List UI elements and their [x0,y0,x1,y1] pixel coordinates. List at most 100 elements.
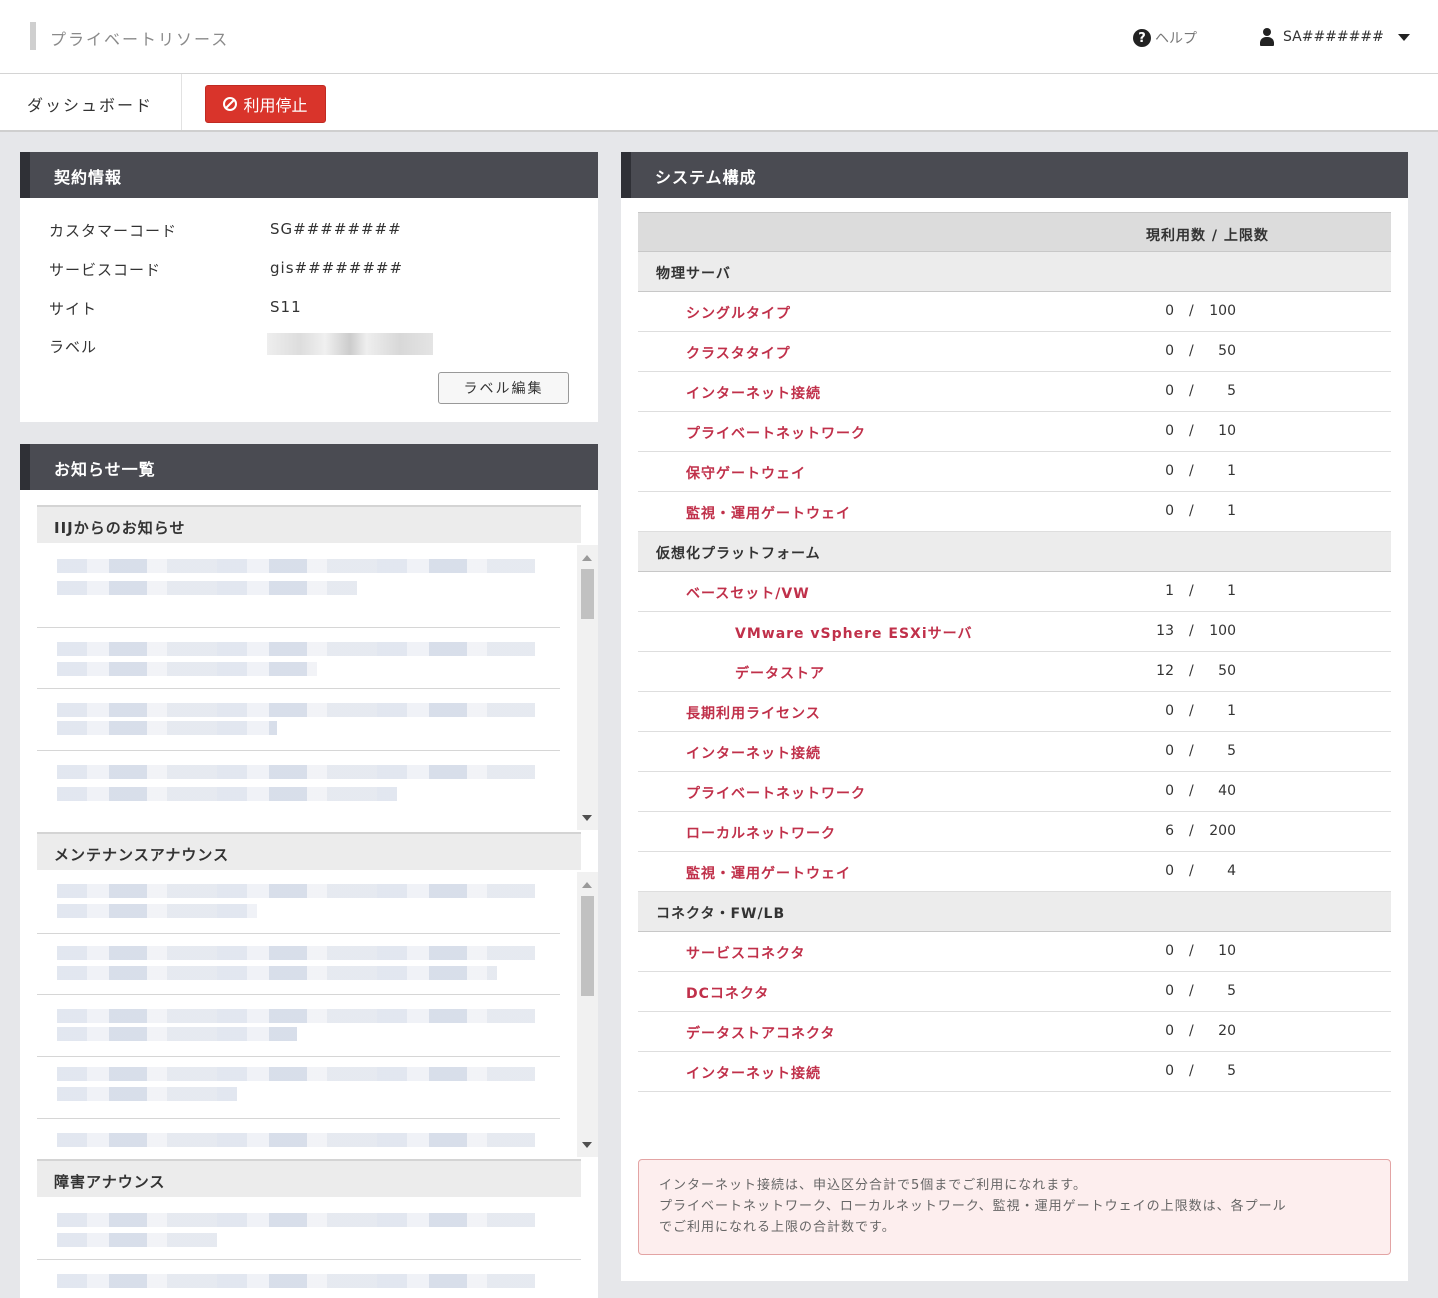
count-separator: / [1189,583,1194,599]
count-separator: / [1189,423,1194,439]
edit-label-button[interactable]: ラベル編集 [438,372,569,404]
scroll-up-icon[interactable] [582,882,592,888]
table-row: ベースセット/VW 1 / 1 [638,572,1391,612]
current-count: 0 [1165,1023,1174,1039]
list-item[interactable] [37,934,560,995]
system-heading: システム構成 [621,152,1408,198]
scroll-thumb[interactable] [581,569,594,619]
redacted-text [57,1009,535,1023]
max-count: 10 [1218,423,1236,439]
maintenance-scrollbar[interactable] [577,872,598,1157]
list-item[interactable] [37,1260,581,1298]
scroll-thumb[interactable] [581,896,594,996]
list-item[interactable] [37,689,560,751]
notices-heading: お知らせ一覧 [20,444,598,490]
current-count: 13 [1156,623,1174,639]
scroll-up-icon[interactable] [582,555,592,561]
max-count: 5 [1227,1063,1236,1079]
table-row: インターネット接続 0 / 5 [638,732,1391,772]
list-item[interactable] [37,751,560,830]
resource-link[interactable]: 保守ゲートウェイ [686,463,806,483]
max-count: 100 [1209,623,1236,639]
table-group-header: 仮想化プラットフォーム [638,532,1391,572]
resource-link[interactable]: シングルタイプ [686,303,791,323]
max-count: 50 [1218,343,1236,359]
iij-scrollbar[interactable] [577,545,598,830]
max-count: 5 [1227,983,1236,999]
current-count: 0 [1165,863,1174,879]
stop-service-button[interactable]: 利用停止 [205,85,326,123]
tab-dashboard[interactable]: ダッシュボード [0,74,182,130]
iij-notice-list [37,545,598,830]
system-note: インターネット接続は、申込区分合計で5個までご利用になれます。 プライベートネッ… [638,1159,1391,1255]
table-row: シングルタイプ 0 / 100 [638,292,1391,332]
table-row: ローカルネットワーク 6 / 200 [638,812,1391,852]
max-count: 100 [1209,303,1236,319]
redacted-text [57,662,317,676]
count-separator: / [1189,1063,1194,1079]
count-separator: / [1189,623,1194,639]
label-value-redacted [267,333,433,355]
resource-link[interactable]: VMware vSphere ESXiサーバ [735,623,973,643]
resource-link[interactable]: サービスコネクタ [686,943,805,963]
list-item[interactable] [37,1119,560,1157]
count-separator: / [1189,383,1194,399]
notices-panel: お知らせ一覧 IIJからのお知らせ メンテナンスアナウンス 障害アナウンス [20,444,598,1298]
count-separator: / [1189,743,1194,759]
max-count: 1 [1227,463,1236,479]
resource-link[interactable]: DCコネクタ [686,983,769,1003]
current-count: 0 [1165,503,1174,519]
redacted-text [57,559,535,573]
notice-section-failure: 障害アナウンス [37,1159,581,1197]
resource-link[interactable]: インターネット接続 [686,383,821,403]
resource-link[interactable]: データストア [735,663,825,683]
current-count: 0 [1165,423,1174,439]
max-count: 200 [1209,823,1236,839]
list-item[interactable] [37,545,560,628]
current-count: 0 [1165,703,1174,719]
max-count: 50 [1218,663,1236,679]
redacted-text [57,1027,297,1041]
count-separator: / [1189,863,1194,879]
resource-link[interactable]: プライベートネットワーク [686,423,866,443]
resource-link[interactable]: インターネット接続 [686,1063,821,1083]
resource-link[interactable]: データストアコネクタ [686,1023,835,1043]
current-count: 0 [1165,303,1174,319]
user-menu[interactable]: SA####### [1259,28,1410,46]
current-count: 0 [1165,383,1174,399]
redacted-text [57,703,535,717]
list-item[interactable] [37,872,560,934]
count-separator: / [1189,1023,1194,1039]
list-item[interactable] [37,995,560,1057]
resource-link[interactable]: ローカルネットワーク [686,823,836,843]
current-count: 0 [1165,1063,1174,1079]
scroll-down-icon[interactable] [582,815,592,821]
scroll-down-icon[interactable] [582,1142,592,1148]
list-item[interactable] [37,628,560,689]
list-item[interactable] [37,1057,560,1119]
table-row: データストア 12 / 50 [638,652,1391,692]
max-count: 1 [1227,703,1236,719]
resource-link[interactable]: インターネット接続 [686,743,821,763]
ban-icon [223,97,238,111]
resource-link[interactable]: 監視・運用ゲートウェイ [686,503,851,523]
table-row: プライベートネットワーク 0 / 40 [638,772,1391,812]
redacted-text [57,966,497,980]
note-line: プライベートネットワーク、ローカルネットワーク、監視・運用ゲートウェイの上限数は… [659,1199,1287,1214]
resource-link[interactable]: クラスタタイプ [686,343,791,363]
table-row: 長期利用ライセンス 0 / 1 [638,692,1391,732]
resource-link[interactable]: 長期利用ライセンス [686,703,821,723]
note-line: でご利用になれる上限の合計数です。 [659,1220,896,1235]
redacted-text [57,1233,217,1247]
help-link[interactable]: ? ヘルプ [1133,28,1197,48]
resource-link[interactable]: 監視・運用ゲートウェイ [686,863,851,883]
resource-link[interactable]: プライベートネットワーク [686,783,866,803]
list-item[interactable] [37,1199,581,1260]
table-row: プライベートネットワーク 0 / 10 [638,412,1391,452]
table-group-header: 物理サーバ [638,252,1391,292]
redacted-text [57,884,535,898]
site-label: サイト [49,300,98,318]
current-count: 0 [1165,783,1174,799]
current-count: 12 [1156,663,1174,679]
resource-link[interactable]: ベースセット/VW [686,583,810,603]
